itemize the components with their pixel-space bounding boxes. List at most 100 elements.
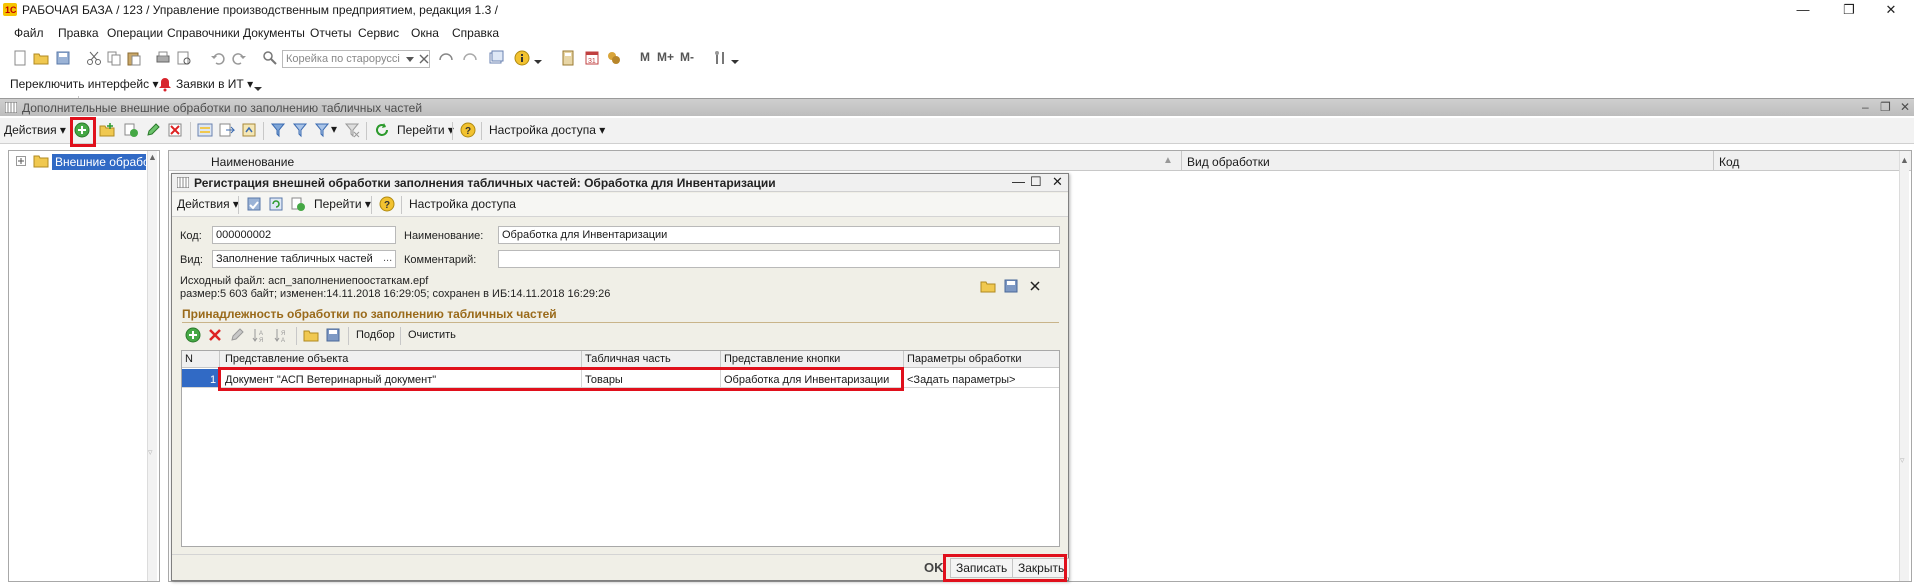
restore-button[interactable]: ❐ — [1826, 0, 1872, 20]
open-file-icon[interactable] — [980, 278, 996, 294]
menu-operations[interactable]: Операции — [107, 26, 163, 40]
table-edit-icon[interactable] — [229, 327, 245, 343]
comment-field[interactable] — [498, 250, 1060, 268]
search-prev-icon[interactable] — [462, 50, 478, 66]
clear-button[interactable]: Очистить — [408, 329, 456, 341]
table-cell-n[interactable]: 1 — [210, 374, 216, 386]
info-icon[interactable] — [514, 50, 530, 66]
menu-reports[interactable]: Отчеты — [310, 26, 351, 40]
help-icon[interactable]: ? — [460, 122, 476, 138]
memory-plus-button[interactable]: M+ — [657, 50, 674, 64]
dialog-close-button[interactable]: ✕ — [1052, 174, 1063, 190]
tools-dropdown-icon[interactable] — [730, 58, 740, 66]
list-scroll-down-icon[interactable]: ▿ — [1900, 455, 1905, 466]
column-header-kind[interactable]: Вид обработки — [1187, 155, 1270, 169]
column-header-code[interactable]: Код — [1719, 155, 1739, 169]
menu-catalogs[interactable]: Справочники — [167, 26, 240, 40]
remove-file-icon[interactable] — [1027, 278, 1043, 294]
search-icon[interactable] — [262, 50, 278, 66]
add-group-icon[interactable] — [99, 122, 115, 138]
edit-icon[interactable] — [145, 122, 161, 138]
copy-item-icon[interactable] — [123, 122, 139, 138]
actions-menu-button[interactable]: Действия ▾ — [4, 123, 66, 137]
dialog-goto-menu-button[interactable]: Перейти ▾ — [314, 197, 371, 211]
sort-desc-icon[interactable]: ЯA — [273, 327, 289, 343]
filter-icon[interactable] — [270, 122, 286, 138]
column-header-button[interactable]: Представление кнопки — [724, 353, 840, 365]
minimize-button[interactable]: — — [1780, 0, 1826, 20]
tree-level-up-icon[interactable] — [241, 122, 257, 138]
column-header-name[interactable]: Наименование — [211, 155, 294, 169]
code-field[interactable]: 000000002 — [212, 226, 396, 244]
column-header-n[interactable]: N — [185, 353, 193, 365]
undo-icon[interactable] — [210, 50, 226, 66]
refresh-icon[interactable] — [374, 122, 390, 138]
dialog-refresh-icon[interactable] — [268, 196, 284, 212]
clear-filter-icon[interactable] — [344, 122, 360, 138]
main-form-close-button[interactable]: ✕ — [1900, 100, 1910, 114]
menu-documents[interactable]: Документы — [243, 26, 305, 40]
filter-by-value-icon[interactable] — [292, 122, 308, 138]
table-add-icon[interactable] — [185, 327, 201, 343]
paste-icon[interactable] — [126, 50, 142, 66]
table-open-icon[interactable] — [303, 327, 319, 343]
sort-asc-icon[interactable]: AЯ — [251, 327, 267, 343]
access-settings-button[interactable]: Настройка доступа ▾ — [489, 123, 605, 137]
filter-history-icon[interactable] — [314, 122, 330, 138]
menu-help[interactable]: Справка — [452, 26, 499, 40]
table-cell-params[interactable]: <Задать параметры> — [907, 374, 1015, 386]
dialog-minimize-button[interactable]: — — [1012, 174, 1025, 189]
calendar-icon[interactable]: 31 — [584, 50, 600, 66]
search-clear-icon[interactable] — [418, 52, 430, 66]
switch-interface-button[interactable]: Переключить интерфейс ▾ — [10, 77, 158, 91]
windows-list-icon[interactable] — [488, 50, 504, 66]
save-icon[interactable] — [55, 50, 71, 66]
print-preview-icon[interactable] — [176, 50, 192, 66]
pick-button[interactable]: Подбор — [356, 329, 395, 341]
tree-item-external-processing[interactable]: Внешние обработки — [52, 154, 146, 170]
calculator-icon[interactable] — [560, 50, 576, 66]
cut-icon[interactable] — [86, 50, 102, 66]
currency-icon[interactable] — [606, 50, 622, 66]
main-form-minimize-button[interactable]: – — [1862, 100, 1869, 114]
search-dropdown-icon[interactable] — [404, 52, 416, 66]
save-and-close-icon[interactable] — [246, 196, 262, 212]
tree-scroll-up-icon[interactable]: ▲ — [148, 152, 157, 162]
menu-edit[interactable]: Правка — [58, 26, 99, 40]
toolbar-overflow-icon[interactable] — [253, 86, 263, 92]
table-delete-icon[interactable] — [207, 327, 223, 343]
move-to-group-icon[interactable] — [219, 122, 235, 138]
delete-mark-icon[interactable] — [167, 122, 183, 138]
info-dropdown-icon[interactable] — [533, 58, 543, 66]
column-header-params[interactable]: Параметры обработки — [907, 353, 1022, 365]
dialog-actions-menu-button[interactable]: Действия ▾ — [177, 197, 239, 211]
groups-tree[interactable] — [8, 150, 160, 582]
dialog-copy-icon[interactable] — [290, 196, 306, 212]
hierarchy-mode-icon[interactable] — [197, 122, 213, 138]
print-icon[interactable] — [155, 50, 171, 66]
memory-minus-button[interactable]: M- — [680, 50, 694, 64]
main-form-restore-button[interactable]: ❐ — [1880, 100, 1891, 114]
memory-m-button[interactable]: M — [640, 50, 650, 64]
goto-menu-button[interactable]: Перейти ▾ — [397, 123, 454, 137]
tree-expand-icon[interactable] — [16, 156, 26, 166]
tree-scrollbar[interactable] — [147, 151, 157, 581]
ok-button[interactable]: OK — [924, 560, 944, 575]
column-header-object[interactable]: Представление объекта — [225, 353, 348, 365]
kind-field[interactable]: Заполнение табличных частей — [212, 250, 396, 268]
search-next-icon[interactable] — [438, 50, 454, 66]
menu-windows[interactable]: Окна — [411, 26, 439, 40]
filter-history-dropdown[interactable]: ▾ — [331, 122, 337, 136]
close-window-button[interactable]: ✕ — [1868, 0, 1914, 20]
menu-file[interactable]: Файл — [14, 26, 44, 40]
new-document-icon[interactable] — [12, 50, 28, 66]
save-file-icon[interactable] — [1003, 278, 1019, 294]
redo-icon[interactable] — [231, 50, 247, 66]
table-save-icon[interactable] — [325, 327, 341, 343]
column-header-tabular-part[interactable]: Табличная часть — [585, 353, 671, 365]
dialog-help-icon[interactable]: ? — [379, 196, 395, 212]
open-folder-icon[interactable] — [33, 50, 49, 66]
tools-icon[interactable] — [712, 50, 728, 66]
copy-icon[interactable] — [106, 50, 122, 66]
list-scroll-up-icon[interactable]: ▲ — [1900, 155, 1909, 165]
